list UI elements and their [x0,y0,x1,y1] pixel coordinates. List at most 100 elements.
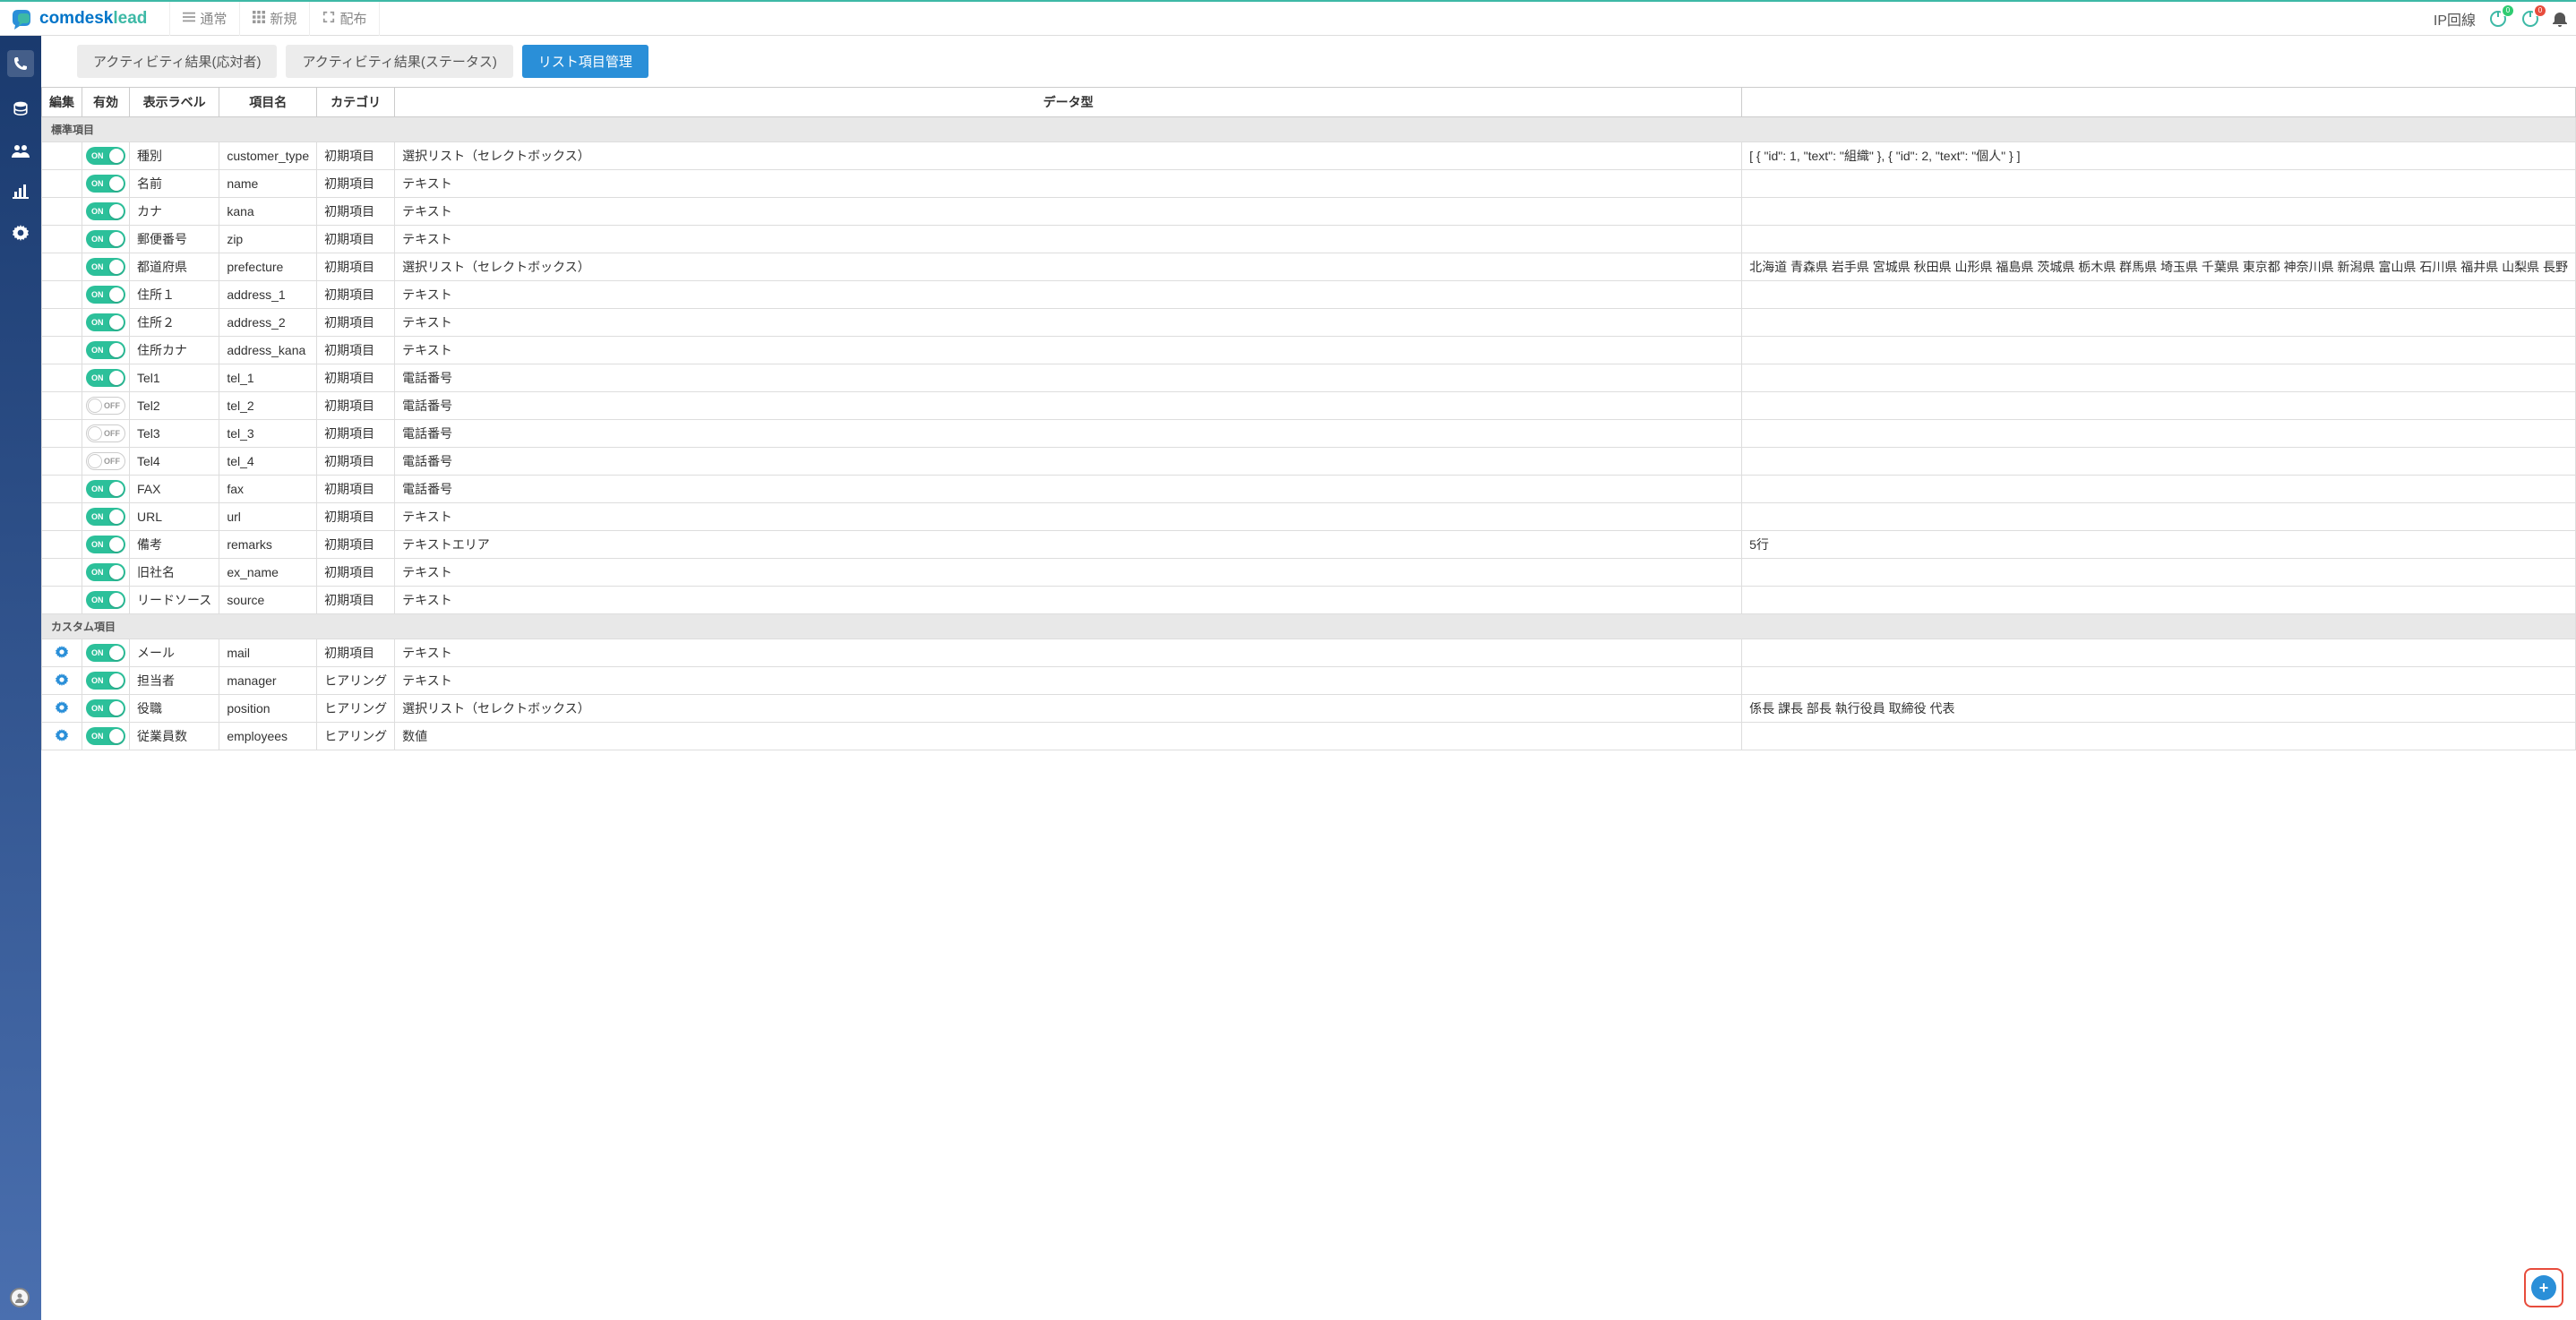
cell-label: FAX [130,476,219,503]
cell-enable: ON [82,639,130,667]
cell-edit [42,170,82,198]
items-table: 編集有効表示ラベル項目名カテゴリデータ型 標準項目ON種別customer_ty… [41,88,2576,750]
cell-type: テキスト [395,503,1742,531]
cell-edit [42,723,82,750]
cell-label: URL [130,503,219,531]
cell-type: 電話番号 [395,364,1742,392]
cell-label: Tel3 [130,420,219,448]
enable-toggle[interactable]: OFF [86,397,125,415]
enable-toggle[interactable]: ON [86,480,125,498]
cell-edit [42,281,82,309]
cell-label: 都道府県 [130,253,219,281]
topnav-distribute[interactable]: 配布 [309,2,380,36]
cell-name: name [219,170,317,198]
topnav-label: 通常 [200,9,227,28]
table-row: ON都道府県prefecture初期項目選択リスト（セレクトボックス）北海道 青… [42,253,2576,281]
sidebar-database-icon[interactable] [12,100,30,118]
cell-type: 数値 [395,723,1742,750]
cell-category: 初期項目 [317,309,395,337]
bell-icon[interactable] [2553,11,2567,27]
cell-name: zip [219,226,317,253]
enable-toggle[interactable]: ON [86,175,125,193]
cell-label: メール [130,639,219,667]
cell-category: 初期項目 [317,198,395,226]
logo[interactable]: comdesklead [9,6,147,31]
status-timer-green[interactable]: 0 [2488,9,2508,29]
gear-icon[interactable] [56,646,68,658]
table-row: ON旧社名ex_name初期項目テキスト [42,559,2576,587]
cell-label: Tel2 [130,392,219,420]
ip-line-label[interactable]: IP回線 [2434,8,2476,30]
cell-category: 初期項目 [317,392,395,420]
cell-name: remarks [219,531,317,559]
topnav-label: 新規 [270,9,296,28]
cell-enable: OFF [82,448,130,476]
add-item-button[interactable]: + [2524,1268,2563,1307]
sidebar-phone-icon[interactable] [7,50,34,77]
enable-toggle[interactable]: ON [86,536,125,553]
sidebar-users-icon[interactable] [12,141,30,159]
cell-extra [1742,281,2576,309]
enable-toggle[interactable]: ON [86,727,125,745]
enable-toggle[interactable]: ON [86,202,125,220]
enable-toggle[interactable]: ON [86,258,125,276]
cell-type: テキスト [395,559,1742,587]
sidebar-settings-icon[interactable] [12,224,30,242]
cell-name: employees [219,723,317,750]
cell-category: 初期項目 [317,503,395,531]
enable-toggle[interactable]: ON [86,313,125,331]
cell-extra [1742,392,2576,420]
cell-extra [1742,448,2576,476]
gear-icon[interactable] [56,673,68,686]
cell-name: address_kana [219,337,317,364]
tab-1[interactable]: アクティビティ結果(ステータス) [286,45,512,78]
gear-icon[interactable] [56,701,68,714]
cell-type: テキスト [395,309,1742,337]
table-row: ON備考remarks初期項目テキストエリア5行 [42,531,2576,559]
column-header: データ型 [395,88,1742,117]
cell-extra [1742,723,2576,750]
enable-toggle[interactable]: ON [86,508,125,526]
cell-enable: ON [82,170,130,198]
section-header: 標準項目 [42,117,2576,142]
cell-name: url [219,503,317,531]
enable-toggle[interactable]: ON [86,230,125,248]
topnav-normal[interactable]: 通常 [169,2,239,36]
tab-0[interactable]: アクティビティ結果(応対者) [77,45,277,78]
user-avatar-icon[interactable] [10,1288,30,1307]
cell-label: 旧社名 [130,559,219,587]
cell-category: 初期項目 [317,364,395,392]
top-nav: 通常 新規 配布 [169,2,380,36]
cell-type: 選択リスト（セレクトボックス） [395,695,1742,723]
enable-toggle[interactable]: ON [86,672,125,690]
enable-toggle[interactable]: ON [86,563,125,581]
enable-toggle[interactable]: ON [86,369,125,387]
cell-extra [1742,170,2576,198]
topnav-new[interactable]: 新規 [239,2,309,36]
cell-extra [1742,639,2576,667]
cell-label: 従業員数 [130,723,219,750]
enable-toggle[interactable]: ON [86,699,125,717]
enable-toggle[interactable]: ON [86,644,125,662]
table-wrap[interactable]: 編集有効表示ラベル項目名カテゴリデータ型 標準項目ON種別customer_ty… [41,87,2576,1320]
table-row: ON担当者managerヒアリングテキスト [42,667,2576,695]
gear-icon[interactable] [56,729,68,741]
cell-edit [42,448,82,476]
status-timer-red[interactable]: 0 [2520,9,2540,29]
enable-toggle[interactable]: ON [86,147,125,165]
cell-type: テキスト [395,226,1742,253]
sidebar-chart-icon[interactable] [12,183,30,201]
enable-toggle[interactable]: ON [86,591,125,609]
enable-toggle[interactable]: ON [86,286,125,304]
cell-category: 初期項目 [317,531,395,559]
enable-toggle[interactable]: ON [86,341,125,359]
tab-2[interactable]: リスト項目管理 [522,45,648,78]
cell-name: mail [219,639,317,667]
enable-toggle[interactable]: OFF [86,424,125,442]
column-header: 項目名 [219,88,317,117]
enable-toggle[interactable]: OFF [86,452,125,470]
table-row: ON従業員数employeesヒアリング数値 [42,723,2576,750]
logo-text: comdesklead [39,9,147,29]
cell-type: 電話番号 [395,448,1742,476]
cell-extra [1742,337,2576,364]
